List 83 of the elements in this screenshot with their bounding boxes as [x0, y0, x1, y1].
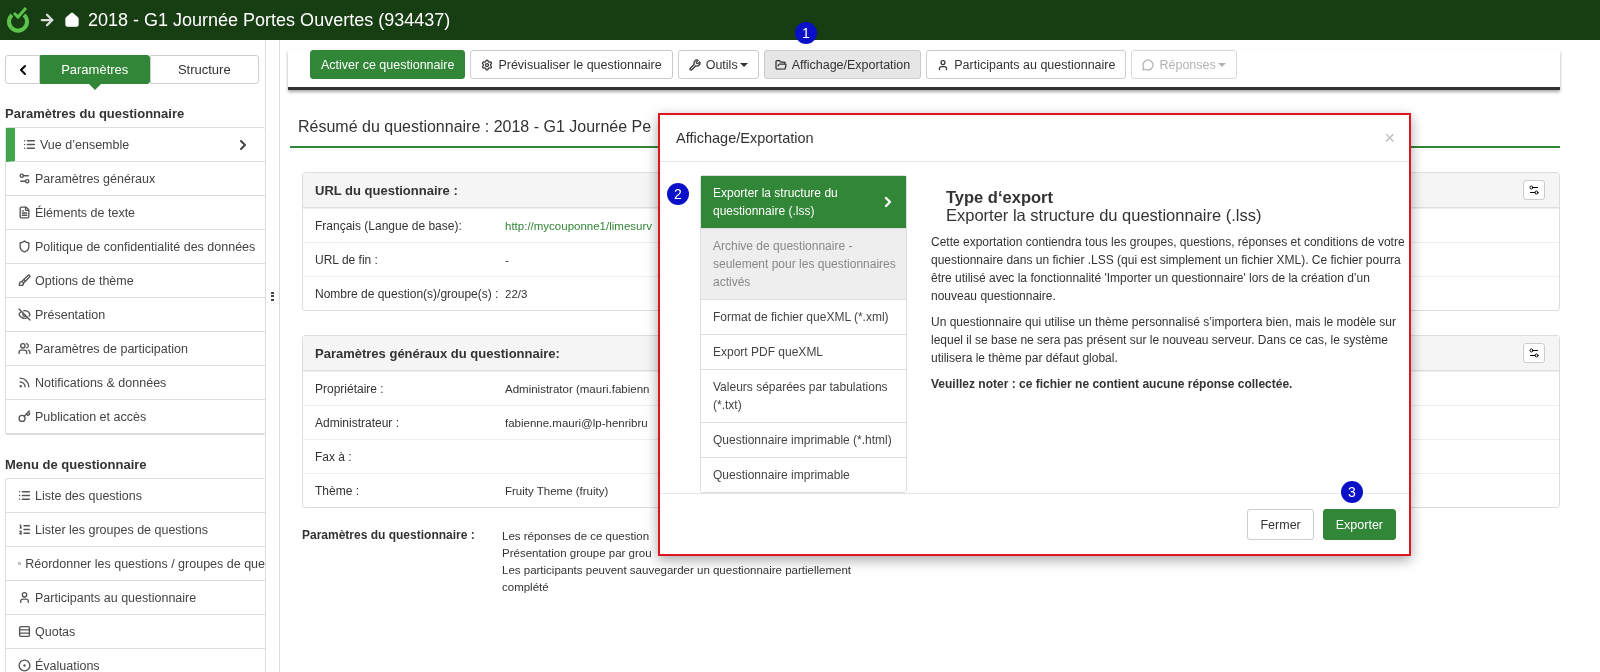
- survey-title: 2018 - G1 Journée Portes Ouvertes (934437): [88, 9, 451, 31]
- gear-icon: [481, 58, 494, 71]
- export-option[interactable]: Questionnaire imprimable: [701, 457, 906, 492]
- panel-title: URL du questionnaire :: [315, 182, 458, 198]
- field-value: -: [505, 253, 509, 266]
- settings-text: Présentation groupe par grou: [502, 546, 653, 561]
- caret-icon: [1217, 62, 1226, 67]
- sidebar-item[interactable]: Options de thème: [6, 264, 265, 298]
- shield-icon: [18, 240, 31, 253]
- section-title: Paramètres du questionnaire: [5, 106, 186, 121]
- field-label: Français (Langue de base):: [315, 218, 463, 233]
- resize-handle[interactable]: [271, 291, 274, 301]
- sidebar-item[interactable]: Vue d’ensemble: [6, 128, 265, 162]
- settings-label: Paramètres du questionnaire :: [302, 528, 476, 544]
- field-label: Thème :: [315, 483, 360, 498]
- back-button[interactable]: [5, 55, 40, 84]
- document-icon: [18, 206, 31, 219]
- circle-icon: [18, 659, 31, 672]
- settings-text: Les réponses de ce question: [502, 529, 651, 544]
- dialog-title: Affichage/Exportation: [676, 130, 814, 146]
- export-button[interactable]: Exporter: [1322, 509, 1396, 540]
- field-value: 22/3: [505, 287, 528, 300]
- sidebar-item[interactable]: Réordonner les questions / groupes de que: [6, 547, 265, 581]
- step-marker: 1: [795, 22, 817, 44]
- sidebar-tab[interactable]: Structure: [149, 55, 259, 84]
- description-text: Cette exportation contiendra tous les groupes, questions, réponses et conditions de votre questionnaire dans un fichier .LSS (qui est simplement un fichier XML). Ce fichier pourra être utilisé avec la fonctionnalité 'Importer un questionnaire' lors de la création d’un nouveau questionnaire.: [931, 234, 1406, 305]
- toolbar-button[interactable]: Affichage/Exportation: [763, 50, 922, 79]
- settings-button[interactable]: [1523, 343, 1545, 363]
- list-icon: [23, 138, 36, 151]
- field-label: Administrateur :: [315, 415, 401, 430]
- field-value: fabienne.mauri@lp-henribru: [505, 416, 648, 429]
- toolbar-button[interactable]: Participants au questionnaire: [926, 50, 1127, 79]
- sidebar-item[interactable]: Présentation: [6, 298, 265, 332]
- rows-icon: [18, 625, 31, 638]
- brush-icon: [18, 274, 31, 287]
- speech-bubble-icon: [1142, 58, 1155, 71]
- key-icon: [18, 410, 31, 423]
- sidebar-tab[interactable]: Paramètres: [40, 55, 150, 84]
- tools-icon: [688, 58, 701, 71]
- sidebar-item[interactable]: Politique de confidentialité des données: [6, 230, 265, 264]
- export-option[interactable]: Exporter la structure du questionnaire (.lss): [701, 176, 906, 228]
- settings-text: Les participants peuvent sauvegarder un questionnaire partiellement complété: [502, 563, 853, 595]
- sidebar-item[interactable]: Participants au questionnaire: [6, 581, 265, 615]
- note-text: Veuillez noter : ce fichier ne contient aucune réponse collectée.: [931, 376, 1294, 393]
- survey-link[interactable]: http://mycouponne1/limesurv: [505, 219, 653, 232]
- sidebar-item[interactable]: Paramètres de participation: [6, 332, 265, 366]
- users-icon: [18, 342, 31, 355]
- toolbar-button[interactable]: Activer ce questionnaire: [310, 50, 466, 79]
- sidebar-item[interactable]: Paramètres généraux: [6, 162, 265, 196]
- arrow-icon[interactable]: [38, 11, 56, 29]
- rss-icon: [18, 376, 31, 389]
- user-icon: [937, 58, 950, 71]
- sidebar-item[interactable]: Notifications & données: [6, 366, 265, 400]
- export-heading: Type d‘export: [946, 188, 1054, 206]
- field-label: Fax à :: [315, 449, 353, 464]
- field-value: Fruity Theme (fruity): [505, 484, 609, 497]
- sidebar-item[interactable]: Quotas: [6, 615, 265, 649]
- field-label: Nombre de question(s)/groupe(s) :: [315, 286, 500, 301]
- list-icon: [18, 489, 31, 502]
- field-label: URL de fin :: [315, 252, 379, 267]
- sidebar-item[interactable]: Éléments de texte: [6, 196, 265, 230]
- sidebar-item[interactable]: Liste des questions: [6, 479, 265, 513]
- field-value: Administrator (mauri.fabienn: [505, 382, 650, 395]
- sidebar-item[interactable]: Évaluations: [6, 649, 265, 672]
- home-icon[interactable]: [64, 12, 80, 28]
- close-dialog-button[interactable]: Fermer: [1247, 509, 1314, 540]
- export-subheading: Exporter la structure du questionnaire (.lss): [946, 206, 1263, 225]
- field-label: Propriétaire :: [315, 381, 385, 396]
- user-icon: [18, 591, 31, 604]
- folder-icon: [774, 58, 787, 71]
- toolbar-button[interactable]: Prévisualiser le questionnaire: [470, 50, 673, 79]
- sidebar-item[interactable]: Publication et accès: [6, 400, 265, 434]
- toolbar-button[interactable]: Outils: [677, 50, 759, 79]
- settings-button[interactable]: [1523, 180, 1545, 200]
- panel-title: Paramètres généraux du questionnaire:: [315, 345, 560, 361]
- section-title: Menu de questionnaire: [5, 457, 148, 472]
- sidebar-item[interactable]: Lister les groupes de questions: [6, 513, 265, 547]
- logo-icon: [6, 7, 30, 33]
- tab-pointer: [88, 84, 101, 90]
- list-icon: [18, 523, 31, 536]
- eye-slash-icon: [18, 308, 31, 321]
- caret-icon: [739, 62, 748, 67]
- description-text: Un questionnaire qui utilise un thème personnalisé s’importera bien, mais le modèle sur lequel il se base ne sera pas présent sur le nouveau serveur. Dans ce cas, le système utilisera le thème par défaut global.: [931, 314, 1397, 367]
